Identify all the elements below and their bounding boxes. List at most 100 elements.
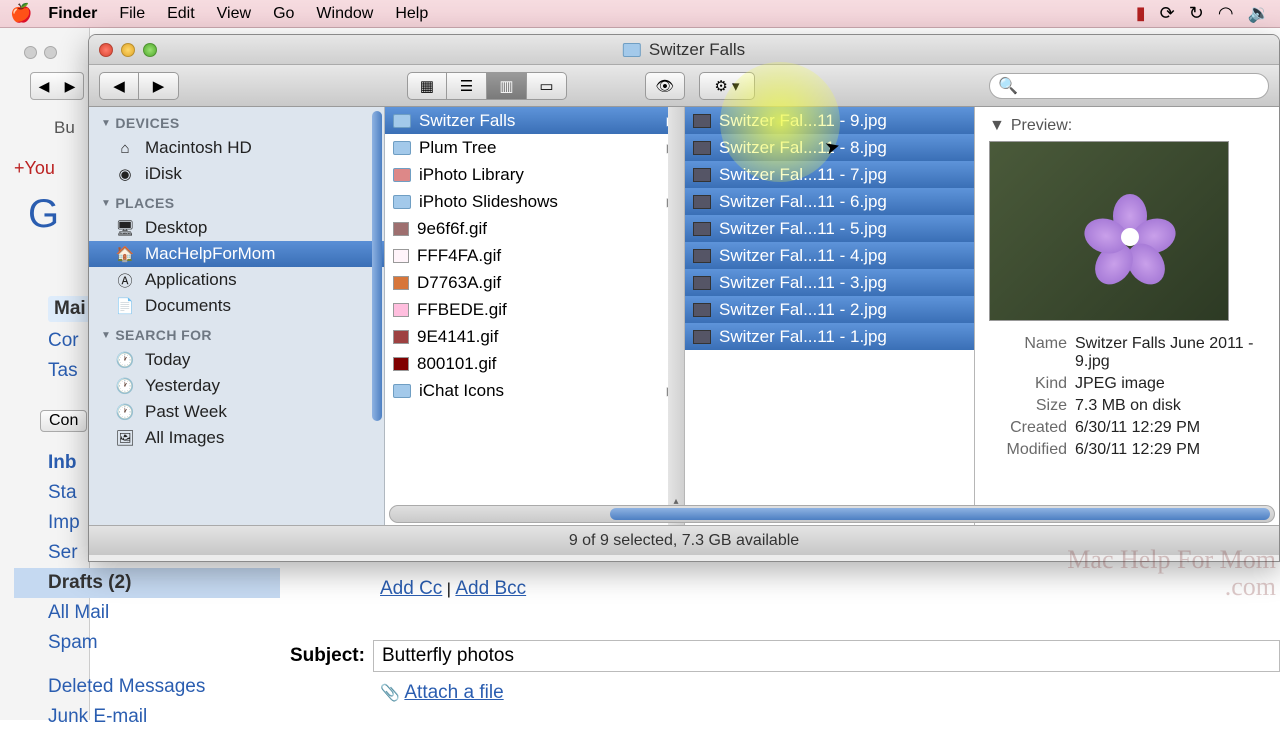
- column1-item[interactable]: Plum Tree▶: [385, 134, 684, 161]
- minimize-button[interactable]: [121, 43, 135, 57]
- menubar: 🍎 Finder File Edit View Go Window Help ▮…: [0, 0, 1280, 28]
- menu-view[interactable]: View: [217, 5, 251, 23]
- status-bar: 9 of 9 selected, 7.3 GB available: [89, 525, 1279, 555]
- view-icon-button[interactable]: ▦: [407, 72, 447, 100]
- column1-item[interactable]: iChat Icons▶: [385, 377, 684, 404]
- sidebar-item-past-week[interactable]: 🕐Past Week: [89, 399, 384, 425]
- close-button[interactable]: [99, 43, 113, 57]
- quicklook-button[interactable]: 👁: [645, 72, 685, 100]
- column1-item[interactable]: D7763A.gif: [385, 269, 684, 296]
- sidebar-item-documents[interactable]: 📄Documents: [89, 293, 384, 319]
- meta-size-value: 7.3 MB on disk: [1075, 397, 1265, 415]
- column1-item[interactable]: 9E4141.gif: [385, 323, 684, 350]
- preview-label: Preview:: [1011, 117, 1072, 135]
- sidebar-item-yesterday[interactable]: 🕐Yesterday: [89, 373, 384, 399]
- column1-item[interactable]: FFF4FA.gif: [385, 242, 684, 269]
- menu-window[interactable]: Window: [316, 5, 373, 23]
- sidebar-item-today[interactable]: 🕐Today: [89, 347, 384, 373]
- menu-edit[interactable]: Edit: [167, 5, 195, 23]
- subject-label: Subject:: [290, 645, 365, 667]
- column2-item[interactable]: Switzer Fal...11 - 6.jpg: [685, 188, 974, 215]
- subject-input[interactable]: [373, 640, 1280, 672]
- sidebar-section-devices[interactable]: ▼ DEVICES: [89, 107, 384, 135]
- compose-area: Add Cc | Add Bcc Subject: 📎 Attach a fil…: [290, 560, 1280, 720]
- meta-size-label: Size: [989, 397, 1067, 415]
- gmail-folder[interactable]: Junk E-mail: [14, 702, 280, 732]
- bg-traffic-lights: [24, 46, 57, 59]
- meta-name-value: Switzer Falls June 2011 - 9.jpg: [1075, 335, 1265, 371]
- menu-file[interactable]: File: [119, 5, 145, 23]
- view-column-button[interactable]: ▥: [487, 72, 527, 100]
- column2-item[interactable]: Switzer Fal...11 - 5.jpg: [685, 215, 974, 242]
- sidebar-item-applications[interactable]: ⒶApplications: [89, 267, 384, 293]
- action-button[interactable]: ⚙ ▾: [699, 72, 755, 100]
- sidebar-item-macintosh-hd[interactable]: ⌂Macintosh HD: [89, 135, 384, 161]
- meta-kind-value: JPEG image: [1075, 375, 1265, 393]
- sidebar-section-places[interactable]: ▼ PLACES: [89, 187, 384, 215]
- finder-body: ▼ DEVICES⌂Macintosh HD◉iDisk▼ PLACES🖥Des…: [89, 107, 1279, 525]
- bg-label-mail[interactable]: Mai: [48, 296, 92, 322]
- menu-app[interactable]: Finder: [48, 5, 97, 23]
- window-title: Switzer Falls: [649, 40, 745, 60]
- column2-item[interactable]: Switzer Fal...11 - 4.jpg: [685, 242, 974, 269]
- menuextra-icon[interactable]: ▮: [1136, 3, 1146, 24]
- disclosure-triangle-icon[interactable]: ▼: [989, 117, 1005, 135]
- meta-modified-label: Modified: [989, 441, 1067, 459]
- bg-nav-buttons[interactable]: ◀▶: [30, 72, 84, 100]
- sidebar-item-all-images[interactable]: 🖼All Images: [89, 425, 384, 451]
- sidebar-item-machelpformom[interactable]: 🏠MacHelpForMom: [89, 241, 384, 267]
- preview-pane: ▼ Preview: NameSwitzer Falls June 2011 -…: [975, 107, 1279, 525]
- column1-item[interactable]: iPhoto Library: [385, 161, 684, 188]
- gmail-folder[interactable]: Drafts (2): [14, 568, 280, 598]
- back-button[interactable]: ◀: [99, 72, 139, 100]
- column-1: ▴▾ Switzer Falls▶Plum Tree▶iPhoto Librar…: [385, 107, 685, 525]
- add-bcc-link[interactable]: Add Bcc: [455, 578, 526, 599]
- column2-item[interactable]: Switzer Fal...11 - 7.jpg: [685, 161, 974, 188]
- search-field[interactable]: 🔍: [989, 73, 1269, 99]
- sidebar-scrollbar[interactable]: [372, 111, 382, 421]
- column1-item[interactable]: 800101.gif: [385, 350, 684, 377]
- finder-titlebar[interactable]: Switzer Falls: [89, 35, 1279, 65]
- meta-created-label: Created: [989, 419, 1067, 437]
- google-logo: G: [28, 190, 59, 237]
- column1-item[interactable]: FFBEDE.gif: [385, 296, 684, 323]
- meta-kind-label: Kind: [989, 375, 1067, 393]
- add-cc-link[interactable]: Add Cc: [380, 578, 442, 599]
- menu-go[interactable]: Go: [273, 5, 294, 23]
- bg-tab-label: Bu: [54, 118, 75, 138]
- sidebar-item-desktop[interactable]: 🖥Desktop: [89, 215, 384, 241]
- column1-item[interactable]: 9e6f6f.gif: [385, 215, 684, 242]
- view-list-button[interactable]: ☰: [447, 72, 487, 100]
- sync-icon[interactable]: ⟳: [1160, 3, 1175, 24]
- bg-plus-you[interactable]: +You: [14, 158, 55, 179]
- finder-sidebar: ▼ DEVICES⌂Macintosh HD◉iDisk▼ PLACES🖥Des…: [89, 107, 385, 525]
- forward-button[interactable]: ▶: [139, 72, 179, 100]
- gmail-folder[interactable]: Deleted Messages: [14, 672, 280, 702]
- wifi-icon[interactable]: ◠: [1218, 3, 1234, 24]
- attach-file-link[interactable]: Attach a file: [404, 682, 503, 703]
- sidebar-section-search for[interactable]: ▼ SEARCH FOR: [89, 319, 384, 347]
- horizontal-scrollbar[interactable]: [389, 505, 1275, 523]
- column2-item[interactable]: Switzer Fal...11 - 2.jpg: [685, 296, 974, 323]
- view-coverflow-button[interactable]: ▭: [527, 72, 567, 100]
- column2-item[interactable]: Switzer Fal...11 - 1.jpg: [685, 323, 974, 350]
- bg-mail-tabs: Mai Cor Tas: [48, 296, 92, 382]
- bg-label-contacts[interactable]: Cor: [48, 330, 92, 352]
- gmail-folder[interactable]: All Mail: [14, 598, 280, 628]
- menu-help[interactable]: Help: [395, 5, 428, 23]
- column-scrollbar[interactable]: ▴▾: [668, 107, 684, 525]
- timemachine-icon[interactable]: ↻: [1189, 3, 1204, 24]
- search-input[interactable]: [1024, 78, 1260, 94]
- volume-icon[interactable]: 🔉: [1248, 3, 1270, 24]
- bg-label-tasks[interactable]: Tas: [48, 360, 92, 382]
- gmail-folder[interactable]: Spam: [14, 628, 280, 658]
- preview-metadata: NameSwitzer Falls June 2011 - 9.jpg Kind…: [989, 333, 1265, 461]
- column1-item[interactable]: Switzer Falls▶: [385, 107, 684, 134]
- sidebar-item-idisk[interactable]: ◉iDisk: [89, 161, 384, 187]
- column2-item[interactable]: Switzer Fal...11 - 9.jpg: [685, 107, 974, 134]
- apple-menu-icon[interactable]: 🍎: [10, 3, 32, 24]
- column2-item[interactable]: Switzer Fal...11 - 3.jpg: [685, 269, 974, 296]
- column1-item[interactable]: iPhoto Slideshows▶: [385, 188, 684, 215]
- zoom-button[interactable]: [143, 43, 157, 57]
- compose-button[interactable]: Con: [40, 410, 87, 432]
